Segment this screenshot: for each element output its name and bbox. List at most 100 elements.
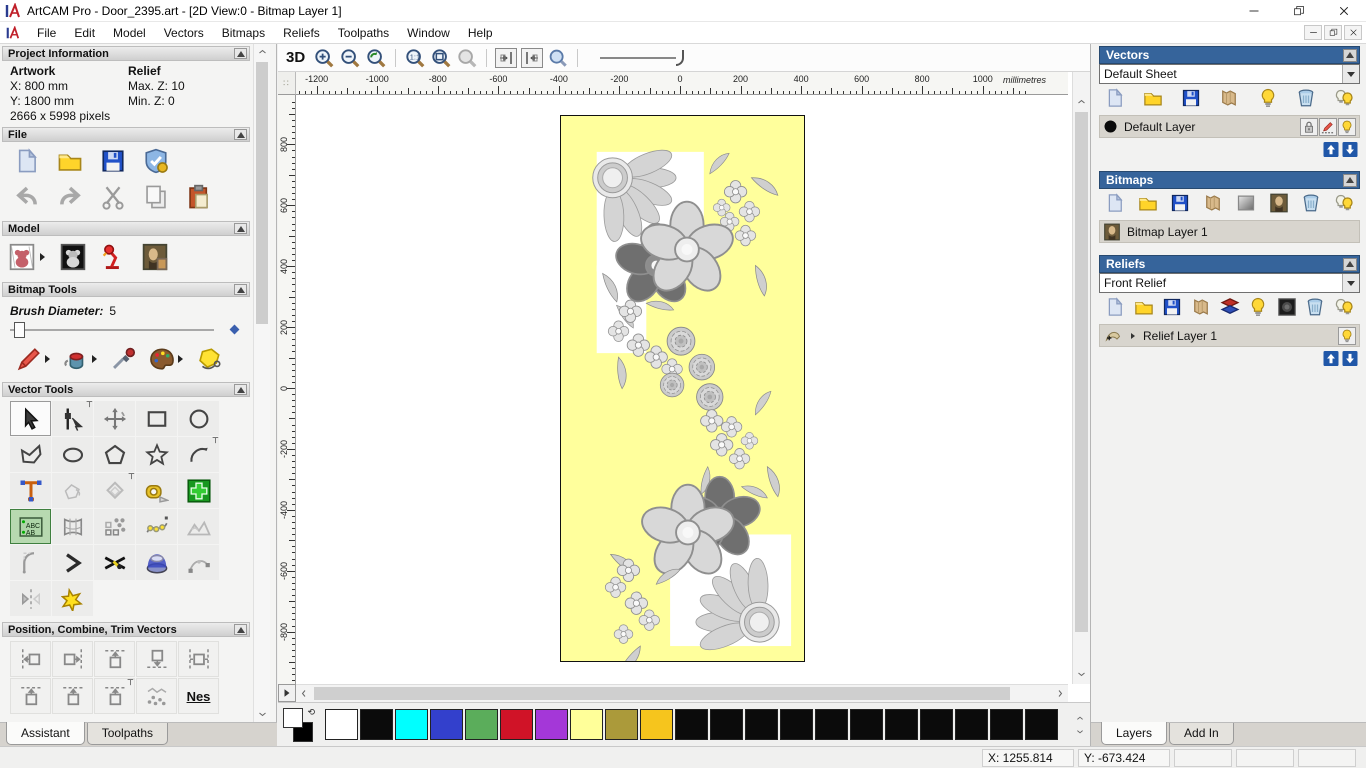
tab-layers[interactable]: Layers bbox=[1101, 722, 1168, 745]
greyscale-icon[interactable] bbox=[1236, 193, 1256, 213]
pick-colour-icon[interactable] bbox=[110, 346, 136, 372]
toggle-visibility-icon[interactable] bbox=[1248, 297, 1268, 317]
create-polyline-tool[interactable] bbox=[10, 437, 51, 472]
align-centre-tool[interactable] bbox=[178, 641, 219, 677]
wrap-text-tool-disabled[interactable] bbox=[52, 473, 93, 508]
palette-scroll-up[interactable] bbox=[1075, 715, 1085, 722]
reduce-colours-icon[interactable] bbox=[196, 346, 222, 372]
menu-toolpaths[interactable]: Toolpaths bbox=[329, 23, 398, 43]
palette-swatch-3[interactable] bbox=[430, 709, 463, 740]
move-layer-up-button[interactable] bbox=[1323, 351, 1339, 366]
palette-swatch-14[interactable] bbox=[815, 709, 848, 740]
primary-secondary-colours[interactable]: ⟲ bbox=[283, 707, 317, 742]
new-vector-layer-icon[interactable] bbox=[1105, 88, 1125, 108]
block-copy-tool[interactable] bbox=[94, 509, 135, 544]
scrollbar-thumb[interactable] bbox=[314, 687, 1010, 700]
align-top-tool[interactable] bbox=[94, 641, 135, 677]
collapse-button[interactable] bbox=[234, 624, 247, 635]
redo-icon[interactable] bbox=[57, 184, 83, 210]
collapse-button[interactable] bbox=[234, 384, 247, 395]
delete-layer-icon[interactable] bbox=[1305, 297, 1325, 317]
menu-help[interactable]: Help bbox=[459, 23, 502, 43]
save-vector-layer-icon[interactable] bbox=[1181, 88, 1201, 108]
text-block-tool[interactable]: ABC AB bbox=[10, 509, 51, 544]
set-model-size-icon[interactable] bbox=[8, 242, 36, 272]
toggle-all-visibility-icon[interactable] bbox=[1334, 297, 1354, 317]
delete-layer-icon[interactable] bbox=[1301, 193, 1321, 213]
restore-button[interactable] bbox=[1276, 0, 1321, 22]
save-bitmap-layer-icon[interactable] bbox=[1170, 193, 1190, 213]
palette-swatch-2[interactable] bbox=[395, 709, 428, 740]
open-bitmap-layer-icon[interactable] bbox=[1138, 193, 1158, 213]
palette-swatch-8[interactable] bbox=[605, 709, 638, 740]
primary-colour-swatch[interactable] bbox=[283, 707, 303, 728]
collapse-button[interactable] bbox=[234, 129, 247, 140]
copy-icon[interactable] bbox=[143, 184, 169, 210]
collapse-button[interactable] bbox=[234, 284, 247, 295]
menu-bitmaps[interactable]: Bitmaps bbox=[213, 23, 274, 43]
vector-layer-row[interactable]: Default Layer bbox=[1099, 115, 1360, 138]
snap-toggle-right-button[interactable] bbox=[521, 47, 544, 68]
offset-vectors-tool-disabled[interactable]: ⊤ bbox=[94, 473, 135, 508]
centre-in-page-tool[interactable] bbox=[10, 678, 51, 714]
move-layer-down-button[interactable] bbox=[1342, 142, 1358, 157]
flyout-arrow-icon[interactable] bbox=[92, 355, 97, 363]
scrollbar-thumb[interactable] bbox=[256, 62, 268, 324]
create-circle-tool[interactable] bbox=[178, 401, 219, 436]
slider-handle[interactable] bbox=[14, 322, 25, 338]
new-model-icon[interactable] bbox=[14, 148, 40, 174]
node-editing-tool[interactable]: ⊤ bbox=[52, 401, 93, 436]
new-bitmap-layer-icon[interactable] bbox=[1105, 193, 1125, 213]
collapse-button[interactable] bbox=[1343, 173, 1357, 187]
layer-name[interactable]: Default Layer bbox=[1124, 120, 1195, 134]
toggle-all-visibility-icon[interactable] bbox=[1334, 88, 1354, 108]
bitmap-layer-row[interactable]: Bitmap Layer 1 bbox=[1099, 220, 1360, 243]
nesting-tool[interactable]: Nes bbox=[178, 678, 219, 714]
create-vector-boundary-tool[interactable] bbox=[178, 473, 219, 508]
palette-swatch-16[interactable] bbox=[885, 709, 918, 740]
mdi-restore-button[interactable] bbox=[1324, 25, 1342, 40]
transform-vectors-tool[interactable] bbox=[94, 401, 135, 436]
align-bottom-tool[interactable] bbox=[136, 641, 177, 677]
palette-swatch-20[interactable] bbox=[1025, 709, 1058, 740]
create-polygon-tool[interactable] bbox=[94, 437, 135, 472]
bitmap-preview-icon[interactable] bbox=[1269, 193, 1289, 213]
menu-file[interactable]: File bbox=[28, 23, 65, 43]
palette-swatch-1[interactable] bbox=[360, 709, 393, 740]
create-arc-tool[interactable]: ⊤ bbox=[178, 437, 219, 472]
move-layer-up-button[interactable] bbox=[1323, 142, 1339, 157]
door-artwork-panel[interactable] bbox=[560, 115, 805, 673]
align-right-tool[interactable] bbox=[52, 641, 93, 677]
scroll-down-arrow[interactable] bbox=[1073, 666, 1090, 682]
menu-window[interactable]: Window bbox=[398, 23, 459, 43]
spin-relief-tool[interactable] bbox=[136, 545, 177, 580]
collapse-button[interactable] bbox=[1343, 48, 1357, 62]
save-model-icon[interactable] bbox=[100, 148, 126, 174]
tab-toolpaths[interactable]: Toolpaths bbox=[86, 723, 169, 745]
palette-swatch-7[interactable] bbox=[570, 709, 603, 740]
vectors-section-header[interactable]: Vectors bbox=[1099, 46, 1360, 64]
sheet-selector[interactable]: Default Sheet bbox=[1099, 64, 1360, 84]
new-relief-layer-icon[interactable] bbox=[1105, 297, 1125, 317]
create-text-tool[interactable] bbox=[10, 473, 51, 508]
join-vectors-tool[interactable] bbox=[52, 545, 93, 580]
mirror-vectors-tool-disabled[interactable] bbox=[10, 581, 51, 616]
zoom-object-icon-disabled[interactable] bbox=[456, 47, 478, 69]
snap-toggle-left-button[interactable] bbox=[495, 47, 518, 68]
toggle-all-visibility-icon[interactable] bbox=[1334, 193, 1354, 213]
tab-add-in[interactable]: Add In bbox=[1169, 723, 1234, 745]
greyscale-preview-icon[interactable] bbox=[1277, 297, 1297, 317]
palette-swatch-0[interactable] bbox=[325, 709, 358, 740]
collapse-button[interactable] bbox=[234, 223, 247, 234]
select-vectors-tool[interactable] bbox=[10, 401, 51, 436]
paint-tool-icon[interactable] bbox=[16, 346, 42, 372]
save-relief-layer-icon[interactable] bbox=[1162, 297, 1182, 317]
vector-tools-header[interactable]: Vector Tools bbox=[2, 382, 250, 397]
assistant-scrollbar[interactable] bbox=[253, 44, 270, 722]
relief-selector[interactable]: Front Relief bbox=[1099, 273, 1360, 293]
scrollbar-thumb[interactable] bbox=[1075, 112, 1088, 632]
project-information-header[interactable]: Project Information bbox=[2, 46, 250, 61]
flyout-arrow-icon[interactable] bbox=[40, 253, 45, 261]
zoom-in-icon[interactable] bbox=[313, 47, 335, 69]
zoom-slider-handle[interactable] bbox=[676, 49, 685, 66]
